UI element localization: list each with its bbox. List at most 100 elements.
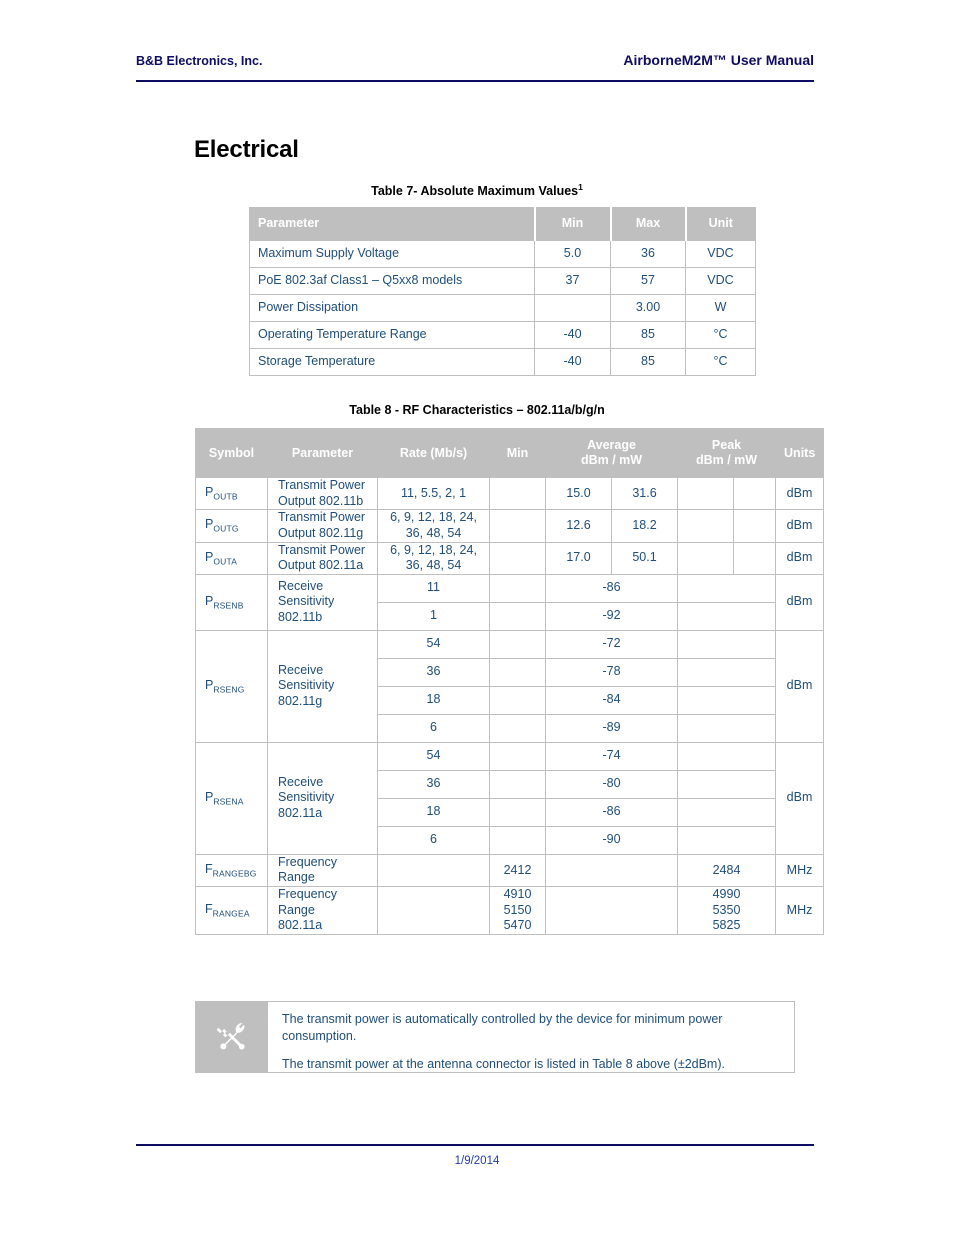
table7-cell-min: -40 (534, 348, 611, 376)
table8-cell-peak (677, 629, 777, 659)
table8-cell-min (489, 825, 546, 855)
table8-cell-min: 4910 5150 5470 (489, 886, 546, 935)
table8-cell-units: dBm (775, 476, 825, 511)
table8-cell-rate (377, 853, 490, 888)
document-header: B&B Electronics, Inc. AirborneM2M™ User … (136, 52, 814, 68)
table7-cell-unit: W (685, 294, 756, 322)
table8-cell-units: dBm (775, 509, 825, 543)
table8-cell-rate: 54 (377, 629, 490, 659)
footer-divider (136, 1144, 814, 1146)
table8-cell-avg-dbm: 15.0 (545, 476, 612, 511)
page-title: Electrical (194, 136, 299, 163)
table7-caption-text: Table 7- Absolute Maximum Values (371, 184, 579, 199)
footer-date: 1/9/2014 (454, 1155, 500, 1167)
table8-cell-peak-dbm (677, 541, 735, 575)
table8-cell-min (489, 476, 546, 511)
table8-cell-min (489, 713, 546, 743)
note-paragraph-1: The transmit power is automatically cont… (282, 1012, 723, 1043)
symbol-base: F (205, 861, 213, 876)
table7-cell-parameter: PoE 802.3af Class1 – Q5xx8 models (249, 267, 535, 295)
table8-cell-peak (677, 657, 777, 687)
table8-cell-peak-dbm (677, 476, 735, 511)
note-icon-cell (196, 1002, 268, 1072)
table8-col-average: Average dBm / mW (544, 428, 679, 478)
table8-cell-symbol: POUTG (195, 509, 268, 543)
table8-cell-rate: 6 (377, 713, 490, 743)
table8-cell-min (489, 573, 546, 603)
table8-col-average-line1: Average (587, 438, 636, 452)
table8-cell-peak (677, 797, 777, 827)
table8-cell-parameter: Frequency Range (267, 853, 378, 888)
table8-cell-rate: 11 (377, 573, 490, 603)
table8-cell-units: dBm (775, 573, 825, 631)
table8-cell-min (489, 601, 546, 631)
table8-cell-parameter: Transmit Power Output 802.11b (267, 476, 378, 511)
table-row: POUTA Transmit Power Output 802.11a 6, 9… (195, 541, 825, 575)
table7-col-max: Max (609, 207, 686, 241)
table8-cell-rate: 36 (377, 657, 490, 687)
table8-cell-rate: 18 (377, 797, 490, 827)
table8-cell-min (489, 629, 546, 659)
company-name: B&B Electronics, Inc. (136, 54, 263, 68)
table7-cell-parameter: Operating Temperature Range (249, 321, 535, 349)
table8-cell-symbol: FRANGEA (195, 886, 268, 935)
table8-cell-symbol: FRANGEBG (195, 853, 268, 888)
table8-cell-avg-dbm: 17.0 (545, 541, 612, 575)
table8-cell-peak (677, 769, 777, 799)
table8-header-row: Symbol Parameter Rate (Mb/s) Min Average… (195, 428, 825, 478)
table8-col-peak-line2: dBm / mW (695, 453, 758, 467)
tools-icon (216, 1022, 245, 1050)
table8-cell-symbol: PRSENA (195, 741, 268, 855)
table8-cell-average: -78 (544, 657, 679, 687)
table8-cell-rate: 36 (377, 769, 490, 799)
table7-cell-max: 57 (610, 267, 686, 295)
table8-cell-min (489, 657, 546, 687)
manual-title: AirborneM2M™ User Manual (623, 52, 814, 68)
table-row: PRSENB Receive Sensitivity 802.11b 11 -8… (195, 573, 825, 631)
table-row: Maximum Supply Voltage 5.0 36 VDC (249, 240, 756, 268)
table-row: Operating Temperature Range -40 85 °C (249, 321, 756, 349)
table8-cell-units: MHz (775, 853, 825, 888)
table8-cell-rate: 1 (377, 601, 490, 631)
table-row: FRANGEBG Frequency Range 2412 2484 MHz (195, 853, 825, 888)
table8-cell-min: 2412 (489, 853, 546, 888)
table8-cell-peak (677, 741, 777, 771)
table8-cell-symbol: PRSENG (195, 629, 268, 743)
table7-cell-max: 3.00 (610, 294, 686, 322)
table8-cell-rate: 18 (377, 685, 490, 715)
table8-cell-average: -80 (544, 769, 679, 799)
table8-cell-rate: 11, 5.5, 2, 1 (377, 476, 490, 511)
table8-cell-peak-dbm (677, 509, 735, 543)
table7-cell-min: 5.0 (534, 240, 611, 268)
table8-cell-peak-mw (733, 476, 777, 511)
table8-cell-average: -90 (544, 825, 679, 855)
table-row: FRANGEA Frequency Range 802.11a 4910 515… (195, 886, 825, 935)
symbol-subscript: RSENB (213, 600, 244, 611)
table8-cell-min (489, 769, 546, 799)
table8-cell-avg-mw: 18.2 (610, 509, 679, 543)
rf-characteristics-table: Symbol Parameter Rate (Mb/s) Min Average… (195, 428, 825, 935)
table7-cell-max: 36 (610, 240, 686, 268)
table8-col-symbol: Symbol (195, 428, 268, 478)
table8-cell-average: -86 (544, 797, 679, 827)
table7-cell-parameter: Maximum Supply Voltage (249, 240, 535, 268)
table8-cell-rate (377, 886, 490, 935)
table7-body: Maximum Supply Voltage 5.0 36 VDC PoE 80… (249, 240, 756, 376)
table8-cell-symbol: PRSENB (195, 573, 268, 631)
table8-cell-peak: 4990 5350 5825 (677, 886, 777, 935)
table8-col-units: Units (775, 428, 825, 478)
table-row: PoE 802.3af Class1 – Q5xx8 models 37 57 … (249, 267, 756, 295)
table8-cell-parameter: Receive Sensitivity 802.11b (267, 573, 378, 631)
symbol-subscript: OUTA (213, 556, 238, 567)
absolute-maximum-values-table: Parameter Min Max Unit Maximum Supply Vo… (249, 207, 756, 376)
table8-cell-parameter: Transmit Power Output 802.11g (267, 509, 378, 543)
table8-cell-rate: 6 (377, 825, 490, 855)
table7-cell-unit: VDC (685, 240, 756, 268)
table8-cell-peak: 2484 (677, 853, 777, 888)
note-paragraph-2: The transmit power at the antenna connec… (282, 1056, 725, 1071)
table8-cell-rate: 6, 9, 12, 18, 24, 36, 48, 54 (377, 541, 490, 575)
table7-col-unit: Unit (684, 207, 756, 241)
table7-cell-min (534, 294, 611, 322)
table8-cell-average (544, 886, 679, 935)
table8-cell-average (544, 853, 679, 888)
